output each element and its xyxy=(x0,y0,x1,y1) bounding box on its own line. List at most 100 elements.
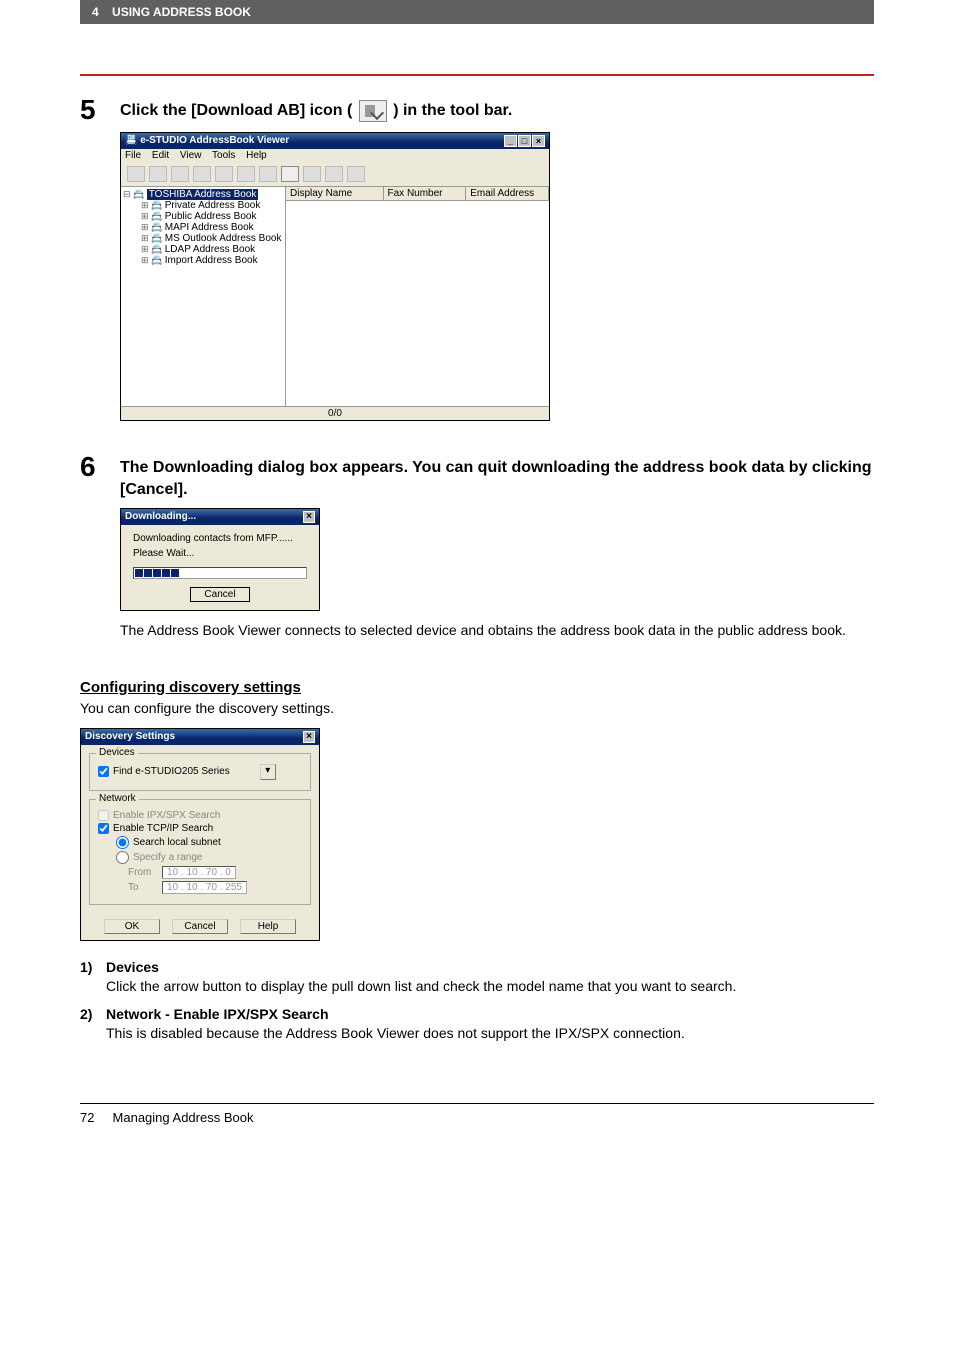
discovery-intro: You can configure the discovery settings… xyxy=(80,700,874,716)
menu-edit[interactable]: Edit xyxy=(152,150,169,161)
statusbar: 0/0 xyxy=(121,406,549,420)
step-5-text-after: ) in the tool bar. xyxy=(393,102,512,119)
step-6-followup: The Address Book Viewer connects to sele… xyxy=(120,621,874,641)
specify-range-label: Specify a range xyxy=(133,852,203,863)
ipx-label: Enable IPX/SPX Search xyxy=(113,810,220,821)
def-2-term: Network - Enable IPX/SPX Search xyxy=(106,1006,874,1022)
toolbar-btn-2[interactable] xyxy=(149,166,167,182)
top-rule xyxy=(80,74,874,76)
to-label: To xyxy=(128,882,162,893)
cancel-button[interactable]: Cancel xyxy=(172,919,228,934)
discovery-titlebar: Discovery Settings × xyxy=(81,729,319,745)
tcp-checkbox[interactable] xyxy=(98,823,109,834)
ok-button[interactable]: OK xyxy=(104,919,160,934)
chapter-num: 4 xyxy=(92,5,99,19)
from-label: From xyxy=(128,867,162,878)
step-5-text: Click the [Download AB] icon ( ) in the … xyxy=(120,94,512,122)
toolbar-download-ab-icon[interactable] xyxy=(281,166,299,182)
tree-root-line[interactable]: TOSHIBA Address Book xyxy=(123,189,283,200)
discovery-settings-dialog: Discovery Settings × Devices Find e-STUD… xyxy=(80,728,320,941)
discovery-title: Discovery Settings xyxy=(85,731,175,743)
tree-item-import[interactable]: Import Address Book xyxy=(123,255,283,266)
close-icon[interactable]: × xyxy=(303,731,315,743)
step-6-text: The Downloading dialog box appears. You … xyxy=(120,451,874,500)
toolbar-btn-3[interactable] xyxy=(171,166,189,182)
find-checkbox[interactable] xyxy=(98,766,109,777)
maximize-icon[interactable]: □ xyxy=(518,135,531,147)
cancel-button[interactable]: Cancel xyxy=(190,587,250,602)
minimize-icon[interactable]: _ xyxy=(504,135,517,147)
menubar[interactable]: File Edit View Tools Help xyxy=(121,149,549,162)
step-5-text-before: Click the [Download AB] icon ( xyxy=(120,102,352,119)
tree-item-outlook[interactable]: MS Outlook Address Book xyxy=(123,233,283,244)
menu-tools[interactable]: Tools xyxy=(212,150,235,161)
def-1-text: Click the arrow button to display the pu… xyxy=(106,977,874,996)
devices-group: Devices Find e-STUDIO205 Series ▾ xyxy=(89,753,311,791)
close-icon[interactable]: × xyxy=(532,135,545,147)
window-title: e-STUDIO AddressBook Viewer xyxy=(140,135,289,146)
window-controls[interactable]: _□× xyxy=(503,135,545,147)
menu-view[interactable]: View xyxy=(180,150,202,161)
toolbar-btn-5[interactable] xyxy=(215,166,233,182)
tree-item-ldap[interactable]: LDAP Address Book xyxy=(123,244,283,255)
dialog-footer: OK Cancel Help xyxy=(81,913,319,940)
menu-file[interactable]: File xyxy=(125,150,141,161)
downloading-title: Downloading... xyxy=(125,511,196,523)
step-5: 5 Click the [Download AB] icon ( ) in th… xyxy=(80,94,874,124)
progress-bar xyxy=(133,567,307,579)
tree-pane[interactable]: TOSHIBA Address Book Private Address Boo… xyxy=(121,187,286,406)
list-header: Display Name Fax Number Email Address xyxy=(286,187,549,201)
toolbar-btn-9[interactable] xyxy=(303,166,321,182)
chapter-header: 4 USING ADDRESS BOOK xyxy=(80,0,874,24)
step-6: 6 The Downloading dialog box appears. Yo… xyxy=(80,451,874,500)
download-ab-icon xyxy=(359,100,387,122)
tree-item-public[interactable]: Public Address Book xyxy=(123,211,283,222)
def-1-term: Devices xyxy=(106,959,874,975)
specify-range-radio[interactable] xyxy=(116,851,129,864)
toolbar-btn-10[interactable] xyxy=(325,166,343,182)
toolbar-btn-4[interactable] xyxy=(193,166,211,182)
ipx-checkbox xyxy=(98,810,109,821)
list-pane: Display Name Fax Number Email Address xyxy=(286,187,549,406)
discovery-heading: Configuring discovery settings xyxy=(80,679,874,696)
toolbar xyxy=(121,162,549,186)
toolbar-btn-6[interactable] xyxy=(237,166,255,182)
from-ip: 10 . 10 . 70 . 0 xyxy=(162,866,236,879)
def-1: 1) Devices Click the arrow button to dis… xyxy=(80,959,874,996)
tree-item-mapi[interactable]: MAPI Address Book xyxy=(123,222,283,233)
col-email-address[interactable]: Email Address xyxy=(466,187,549,200)
toolbar-btn-7[interactable] xyxy=(259,166,277,182)
page-footer: 72 Managing Address Book xyxy=(80,1103,874,1125)
col-fax-number[interactable]: Fax Number xyxy=(384,187,467,200)
tcp-label: Enable TCP/IP Search xyxy=(113,823,213,834)
footer-title: Managing Address Book xyxy=(113,1110,254,1125)
to-ip: 10 . 10 . 70 . 255 xyxy=(162,881,247,894)
step-5-number: 5 xyxy=(80,94,120,124)
def-2-text: This is disabled because the Address Boo… xyxy=(106,1024,874,1043)
downloading-titlebar: Downloading... × xyxy=(121,509,319,525)
dropdown-arrow-icon[interactable]: ▾ xyxy=(260,764,276,780)
definitions: 1) Devices Click the arrow button to dis… xyxy=(80,959,874,1043)
close-icon[interactable]: × xyxy=(303,511,315,523)
search-local-radio[interactable] xyxy=(116,836,129,849)
def-2: 2) Network - Enable IPX/SPX Search This … xyxy=(80,1006,874,1043)
def-1-num: 1) xyxy=(80,959,106,996)
status-text: 0/0 xyxy=(328,408,342,419)
addressbook-viewer-window: 📇 e-STUDIO AddressBook Viewer _□× File E… xyxy=(120,132,550,421)
toolbar-btn-1[interactable] xyxy=(127,166,145,182)
network-group-label: Network xyxy=(96,793,139,804)
window-titlebar: 📇 e-STUDIO AddressBook Viewer _□× xyxy=(121,133,549,149)
downloading-dialog: Downloading... × Downloading contacts fr… xyxy=(120,508,320,611)
tree-item-private[interactable]: Private Address Book xyxy=(123,200,283,211)
tree-root[interactable]: TOSHIBA Address Book xyxy=(147,189,259,200)
downloading-msg1: Downloading contacts from MFP...... xyxy=(133,533,307,544)
help-button[interactable]: Help xyxy=(240,919,296,934)
find-label: Find e-STUDIO205 Series xyxy=(113,766,230,777)
page-number: 72 xyxy=(80,1110,94,1125)
devices-group-label: Devices xyxy=(96,747,138,758)
chapter-title: USING ADDRESS BOOK xyxy=(112,5,251,19)
toolbar-btn-11[interactable] xyxy=(347,166,365,182)
col-display-name[interactable]: Display Name xyxy=(286,187,384,200)
menu-help[interactable]: Help xyxy=(246,150,267,161)
search-local-label: Search local subnet xyxy=(133,837,221,848)
